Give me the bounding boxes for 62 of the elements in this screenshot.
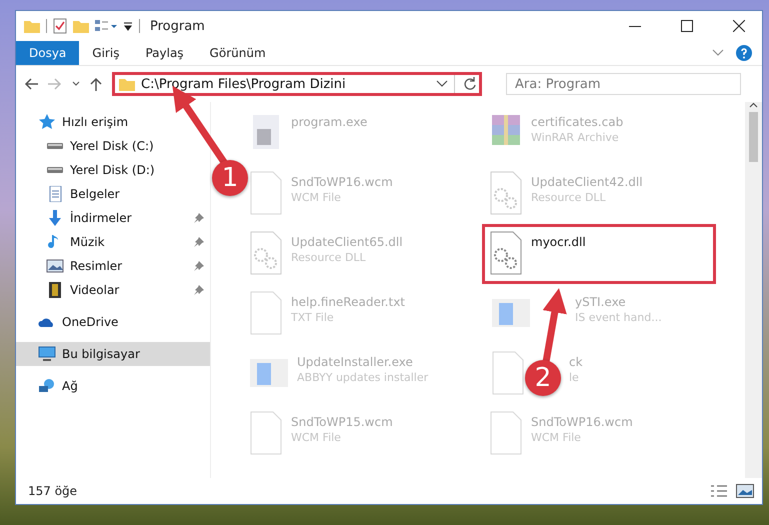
blank-file-icon <box>249 411 283 455</box>
file-type: TXT File <box>291 311 335 324</box>
maximize-icon <box>681 20 693 32</box>
up-arrow-icon[interactable] <box>90 77 102 91</box>
sidebar-item[interactable]: Resimler <box>16 254 210 278</box>
star-icon <box>38 114 56 130</box>
file-type: Resource DLL <box>291 251 367 264</box>
dropdown-icon[interactable] <box>123 21 133 31</box>
gear-file-icon <box>249 231 283 275</box>
file-type: WCM File <box>291 191 342 204</box>
gear-file-icon <box>489 231 523 275</box>
pin-icon[interactable] <box>194 213 204 223</box>
pin-icon[interactable] <box>194 261 204 271</box>
properties-icon[interactable] <box>95 19 117 33</box>
sidebar-item[interactable]: Videolar <box>16 278 210 302</box>
file-type: WCM File <box>531 431 582 444</box>
chevron-down-icon[interactable] <box>72 81 80 87</box>
file-type: ABBYY updates installer <box>297 371 428 384</box>
pin-icon[interactable] <box>194 285 204 295</box>
help-icon[interactable] <box>736 45 752 61</box>
sidebar-item[interactable]: Müzik <box>16 230 210 254</box>
picture-icon <box>46 258 64 274</box>
blank-file-icon <box>489 411 523 455</box>
scroll-up-icon[interactable] <box>749 102 758 108</box>
ribbon-tab[interactable]: Dosya <box>16 41 80 65</box>
sidebar-item[interactable]: Belgeler <box>16 182 210 206</box>
address-bar[interactable]: C:\Program Files\Program Dizini <box>112 72 482 96</box>
file-type: Resource DLL <box>531 191 607 204</box>
file-type: le <box>569 371 580 384</box>
blank-file-icon <box>249 171 283 215</box>
item-count: 157 öğe <box>28 484 78 498</box>
file-type: WinRAR Archive <box>531 131 620 144</box>
scroll-thumb[interactable] <box>749 112 758 162</box>
sidebar-item[interactable]: Yerel Disk (D:) <box>16 158 210 182</box>
tiles-view-icon[interactable] <box>736 484 754 498</box>
drive-icon <box>47 167 63 173</box>
sidebar-item[interactable]: Yerel Disk (C:) <box>16 134 210 158</box>
network-icon <box>38 378 56 394</box>
file-type: WCM File <box>291 431 342 444</box>
monitor-icon <box>38 346 56 362</box>
download-arrow-icon <box>46 210 64 226</box>
sidebar-item[interactable]: Hızlı erişim <box>16 110 210 134</box>
checklist-icon[interactable] <box>53 18 67 34</box>
chevron-down-icon[interactable] <box>712 49 724 57</box>
gear-file-icon <box>489 171 523 215</box>
sidebar-item[interactable]: OneDrive <box>16 310 210 334</box>
scrollbar[interactable] <box>745 102 762 478</box>
back-arrow-icon[interactable] <box>24 78 38 90</box>
search-field[interactable]: Ara: Program <box>506 73 741 95</box>
close-icon <box>733 20 745 32</box>
window-title: Program <box>150 18 206 34</box>
blank-file-icon <box>491 351 525 395</box>
file-name[interactable]: myocr.dll <box>531 235 586 249</box>
sidebar-item[interactable]: İndirmeler <box>16 206 210 230</box>
file-type: IS event hand... <box>575 311 662 324</box>
film-icon <box>46 282 64 298</box>
pin-icon[interactable] <box>194 237 204 247</box>
details-view-icon[interactable] <box>710 484 728 498</box>
drive-icon <box>47 143 63 149</box>
sidebar-item[interactable]: Ağ <box>16 374 210 398</box>
blank-file-icon <box>249 291 283 335</box>
sidebar-item[interactable]: Bu bilgisayar <box>16 342 210 366</box>
